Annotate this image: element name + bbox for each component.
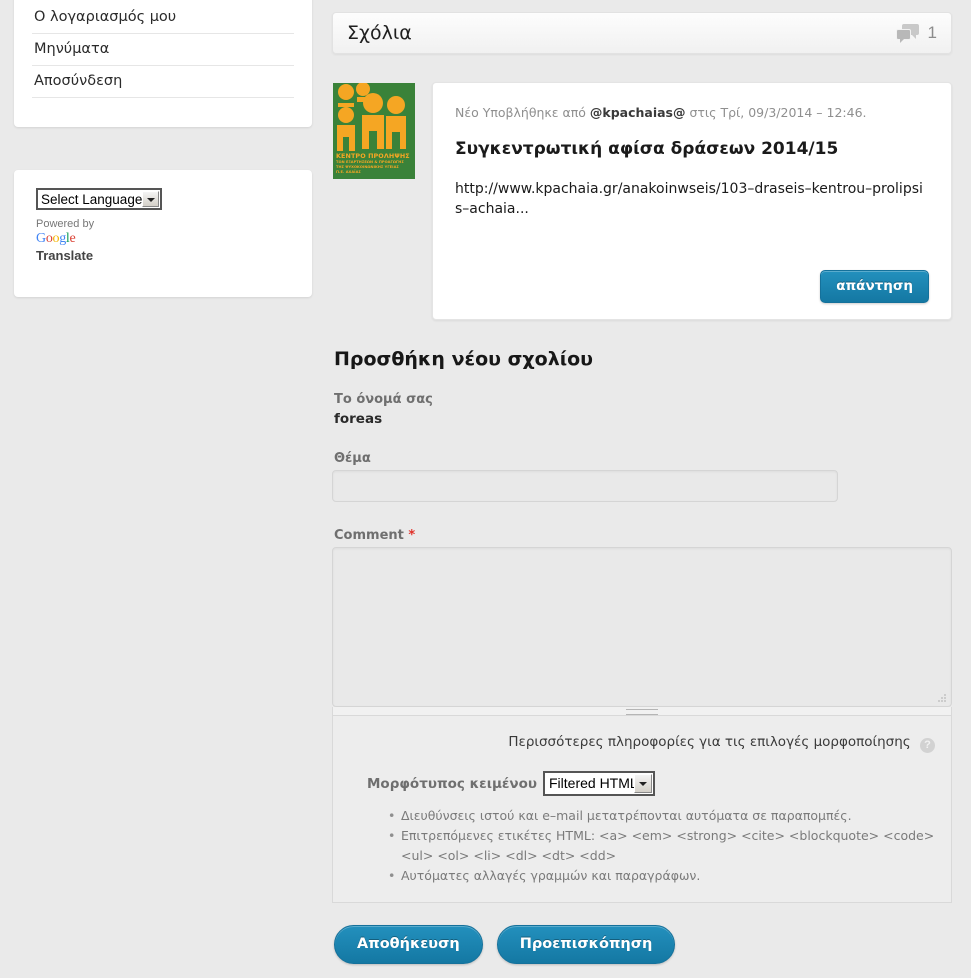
list-item: Επιτρεπόμενες ετικέτες HTML: <a> <em> <s… bbox=[388, 826, 935, 866]
comment-author[interactable]: @kpachaias@ bbox=[590, 105, 686, 120]
text-format-select[interactable]: Filtered HTML bbox=[543, 771, 655, 796]
sidebar-item-label: Αποσύνδεση bbox=[34, 73, 123, 89]
reply-button-wrap: απάντηση bbox=[820, 270, 929, 303]
name-value: foreas bbox=[334, 411, 383, 427]
sidebar-item-messages[interactable]: Μηνύματα bbox=[32, 34, 294, 66]
avatar-caption-line4: Π.Ε. ΑΧΑΪΑΣ bbox=[336, 170, 361, 174]
comments-header-bar: Σχόλια 1 bbox=[332, 12, 952, 54]
google-translate-panel: Select Language Powered by Google Transl… bbox=[14, 170, 312, 297]
comment-label-text: Comment bbox=[334, 528, 404, 543]
avatar-figures-icon bbox=[333, 83, 415, 153]
format-label: Μορφότυπος κειμένου bbox=[367, 775, 537, 792]
comment-count: 1 bbox=[927, 23, 937, 42]
comment-date: Τρί, 09/3/2014 – 12:46. bbox=[720, 105, 867, 120]
format-tips-list: Διευθύνσεις ιστού και e–mail μετατρέποντ… bbox=[349, 806, 935, 886]
language-select[interactable]: Select Language bbox=[36, 188, 162, 210]
preview-button[interactable]: Προεπισκόπηση bbox=[496, 925, 676, 964]
sidebar-item-label: Ο λογαριασμός μου bbox=[34, 9, 177, 25]
subject-input[interactable] bbox=[332, 470, 838, 502]
google-logo: Google bbox=[36, 231, 76, 246]
page-root: Ο λογαριασμός μου Μηνύματα Αποσύνδεση Se… bbox=[0, 0, 971, 978]
list-item: Διευθύνσεις ιστού και e–mail μετατρέποντ… bbox=[388, 806, 935, 826]
text-format-panel: Περισσότερες πληροφορίες για τις επιλογέ… bbox=[332, 716, 952, 903]
comments-heading: Σχόλια bbox=[347, 22, 412, 44]
subject-label: Θέμα bbox=[334, 451, 371, 466]
subject-field-group: Θέμα bbox=[332, 451, 952, 502]
required-asterisk: * bbox=[408, 528, 416, 543]
text-format-value: Filtered HTML bbox=[549, 775, 638, 791]
filter-tips-link[interactable]: Περισσότερες πληροφορίες για τις επιλογέ… bbox=[508, 734, 910, 750]
sidebar-item-logout[interactable]: Αποσύνδεση bbox=[32, 66, 294, 98]
left-sidebar: Ο λογαριασμός μου Μηνύματα Αποσύνδεση Se… bbox=[0, 0, 330, 978]
form-actions: Αποθήκευση Προεπισκόπηση bbox=[334, 925, 952, 964]
comment-card: Νέο Υποβλήθηκε από @kpachaias@ στις Τρί,… bbox=[432, 82, 952, 320]
format-row: Μορφότυπος κειμένου Filtered HTML bbox=[367, 771, 935, 796]
comment-body: http://www.kpachaia.gr/anakoinwseis/103–… bbox=[455, 181, 923, 217]
reply-button[interactable]: απάντηση bbox=[820, 270, 929, 303]
language-select-value: Select Language bbox=[41, 192, 143, 207]
name-field-group: Το όνομά σας foreas bbox=[332, 392, 952, 427]
chevron-down-icon[interactable] bbox=[142, 191, 159, 207]
powered-by-label: Powered by bbox=[36, 218, 95, 230]
resize-grip-icon[interactable] bbox=[936, 692, 948, 704]
comment-textarea[interactable] bbox=[332, 547, 952, 707]
avatar-caption-line1: ΚΕΝΤΡΟ ΠΡΟΛΗΨΗΣ bbox=[336, 152, 410, 160]
comment-bubble-icon bbox=[895, 24, 920, 43]
translate-label: Translate bbox=[36, 248, 94, 263]
filter-tips-row: Περισσότερες πληροφορίες για τις επιλογέ… bbox=[349, 734, 935, 753]
save-button[interactable]: Αποθήκευση bbox=[334, 925, 483, 964]
comment-label: Comment * bbox=[334, 528, 952, 543]
comment-field-group: Comment * Περισσότερες πληροφορίες για τ… bbox=[332, 528, 952, 903]
form-title: Προσθήκη νέου σχολίου bbox=[334, 348, 594, 370]
list-item: Αυτόματες αλλαγές γραμμών και παραγράφων… bbox=[388, 866, 935, 886]
comment-submitted-line: Νέο Υποβλήθηκε από @kpachaias@ στις Τρί,… bbox=[455, 105, 929, 121]
avatar-caption: ΚΕΝΤΡΟ ΠΡΟΛΗΨΗΣ ΤΩΝ ΕΞΑΡΤΗΣΕΩΝ & ΠΡΟΑΓΩΓ… bbox=[333, 151, 415, 179]
add-comment-form: Προσθήκη νέου σχολίου Το όνομά σας forea… bbox=[332, 348, 952, 964]
submitted-prefix: Νέο Υποβλήθηκε από bbox=[455, 105, 590, 120]
submitted-middle: στις bbox=[685, 105, 721, 120]
textarea-grippie[interactable] bbox=[332, 707, 952, 716]
comment-title[interactable]: Συγκεντρωτική αφίσα δράσεων 2014/15 bbox=[455, 138, 929, 160]
sidebar-item-label: Μηνύματα bbox=[34, 41, 110, 57]
account-menu-panel: Ο λογαριασμός μου Μηνύματα Αποσύνδεση bbox=[14, 0, 312, 127]
comment-title-text: Συγκεντρωτική αφίσα δράσεων 2014/15 bbox=[455, 139, 839, 159]
help-icon[interactable]: ? bbox=[920, 738, 935, 753]
sidebar-item-my-account[interactable]: Ο λογαριασμός μου bbox=[32, 2, 294, 34]
comment-count-group: 1 bbox=[895, 23, 937, 43]
avatar: ΚΕΝΤΡΟ ΠΡΟΛΗΨΗΣ ΤΩΝ ΕΞΑΡΤΗΣΕΩΝ & ΠΡΟΑΓΩΓ… bbox=[333, 83, 415, 179]
name-label: Το όνομά σας bbox=[334, 392, 433, 407]
chevron-down-icon[interactable] bbox=[634, 774, 652, 793]
